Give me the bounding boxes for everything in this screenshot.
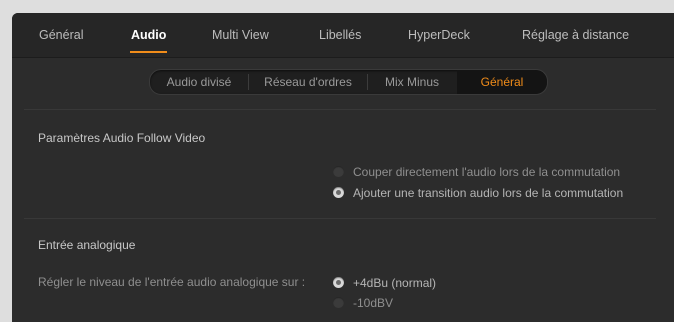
- divider: [24, 109, 656, 110]
- radio-label: -10dBV: [353, 296, 394, 310]
- tab-remote[interactable]: Réglage à distance: [522, 13, 629, 57]
- audio-subnav: Audio divisé Réseau d'ordres Mix Minus G…: [149, 69, 548, 95]
- subtab-split-audio[interactable]: Audio divisé: [150, 70, 248, 94]
- analog-section-title: Entrée analogique: [38, 238, 136, 252]
- afv-option-cut[interactable]: Couper directement l'audio lors de la co…: [333, 164, 663, 180]
- tab-multi-view[interactable]: Multi View: [212, 13, 269, 57]
- radio-label: Ajouter une transition audio lors de la …: [353, 186, 624, 200]
- divider: [24, 218, 656, 219]
- radio-button[interactable]: [333, 166, 344, 177]
- subtab-talkback[interactable]: Réseau d'ordres: [249, 70, 367, 94]
- analog-option-10dbv[interactable]: -10dBV: [333, 295, 493, 311]
- tab-general[interactable]: Général: [39, 13, 83, 57]
- top-navigation: Général Audio Multi View Libellés HyperD…: [12, 13, 674, 58]
- radio-button[interactable]: [333, 297, 344, 308]
- afv-section-title: Paramètres Audio Follow Video: [38, 131, 206, 145]
- subtab-mix-minus[interactable]: Mix Minus: [368, 70, 456, 94]
- radio-button-checked[interactable]: [333, 187, 344, 198]
- afv-option-transition[interactable]: Ajouter une transition audio lors de la …: [333, 185, 663, 201]
- subtab-general[interactable]: Général: [457, 70, 547, 94]
- tab-labels[interactable]: Libellés: [319, 13, 361, 57]
- radio-label: +4dBu (normal): [353, 276, 437, 290]
- radio-label: Couper directement l'audio lors de la co…: [353, 165, 621, 179]
- active-tab-underline: [130, 51, 167, 53]
- analog-level-label: Régler le niveau de l'entrée audio analo…: [38, 275, 306, 289]
- radio-button-checked[interactable]: [333, 277, 344, 288]
- settings-window: Général Audio Multi View Libellés HyperD…: [12, 13, 674, 322]
- tab-hyperdeck[interactable]: HyperDeck: [408, 13, 470, 57]
- analog-option-4dbu[interactable]: +4dBu (normal): [333, 275, 493, 291]
